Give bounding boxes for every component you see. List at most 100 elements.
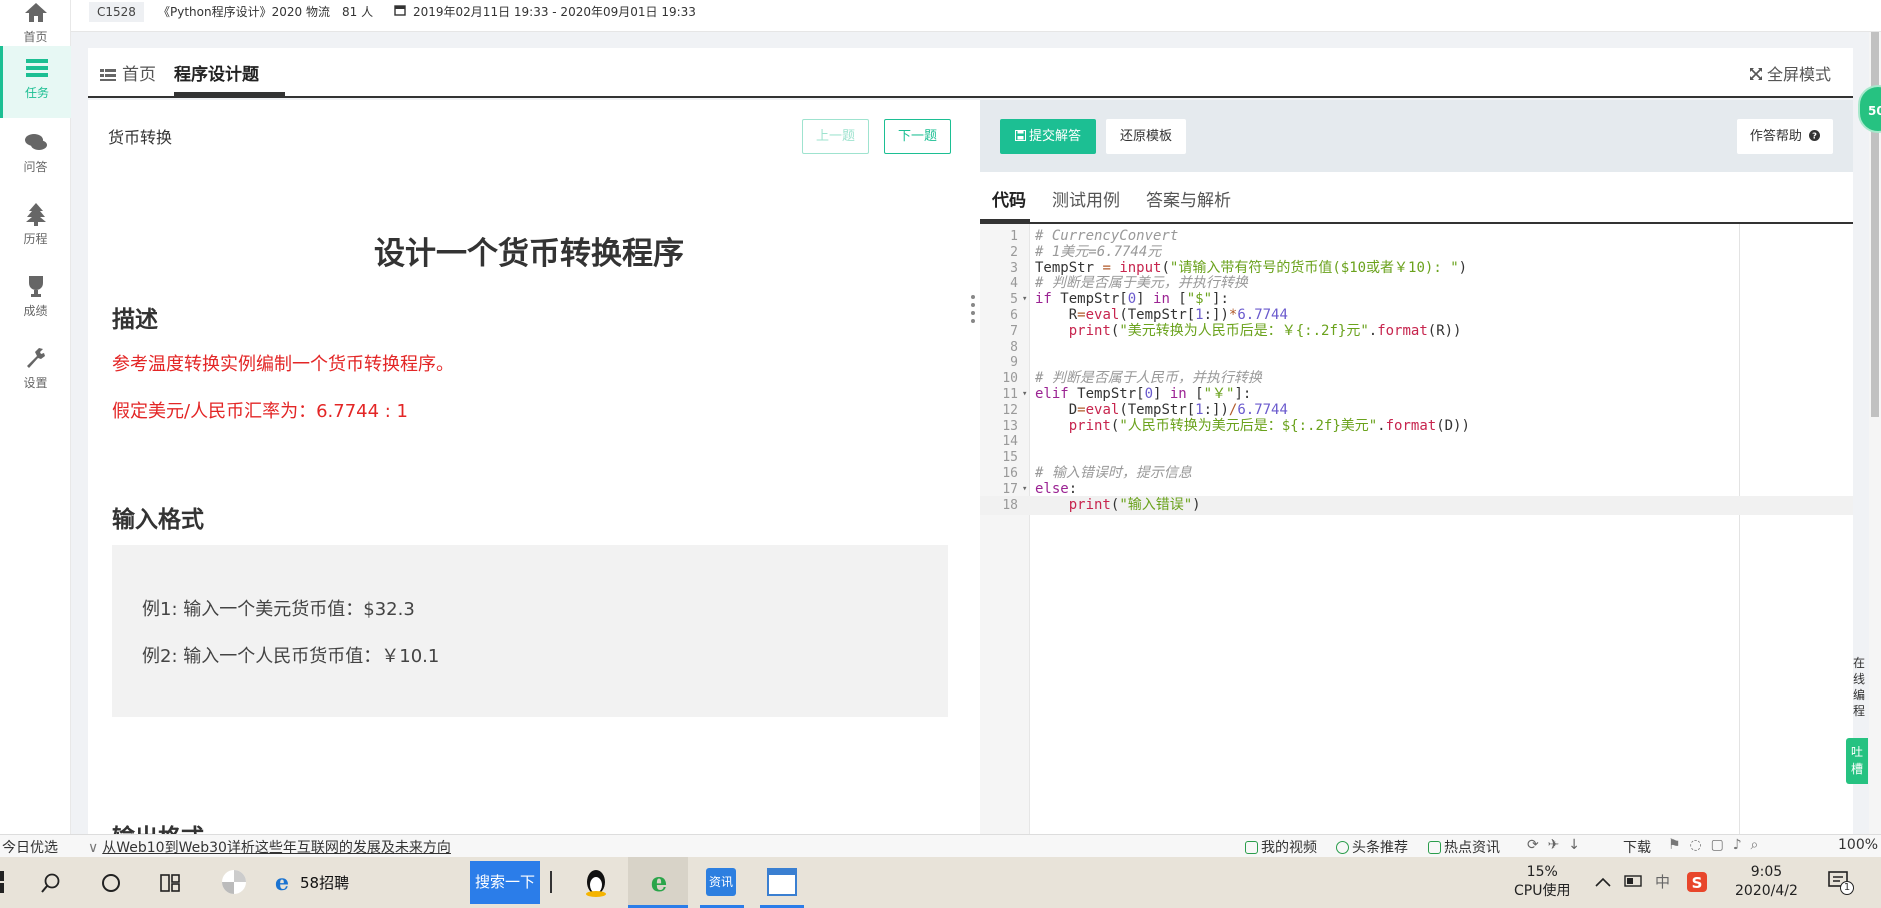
nav-item-tasks[interactable]: 任务 [0, 46, 71, 118]
online-coding-tab[interactable]: 在线编程 [1850, 655, 1868, 719]
taskbar-ie-active[interactable]: e [628, 857, 688, 908]
sogou-icon[interactable]: S [1686, 871, 1708, 893]
code-pane: 提交解答 还原模板 作答帮助 ? 代码 测试用例 答案与解析 1 # Curren… [980, 100, 1853, 834]
problem-heading: 设计一个货币转换程序 [374, 236, 684, 272]
qq-penguin-icon[interactable] [583, 868, 609, 898]
trophy-icon [28, 276, 43, 297]
browser-status-bar: 今日优选 ∨ 从Web10到Web30详析这些年互联网的发展及未来方向 我的视频 … [0, 834, 1881, 857]
code-line[interactable]: 18 print("输入错误") [980, 495, 1853, 515]
nav-label-tasks: 任务 [24, 86, 49, 100]
page-scrollbar[interactable] [1869, 32, 1881, 834]
chevron-down-icon: ∨ [88, 840, 99, 856]
notification-center[interactable]: 1 [1828, 871, 1854, 895]
course-name: 《Python程序设计》2020 物流 [158, 5, 330, 19]
active-tab-indicator [174, 92, 285, 96]
my-video-link[interactable]: 我的视频 [1245, 837, 1317, 857]
input-example-box: 例1: 输入一个美元货币值：$32.3 例2: 输入一个人民币货币值：￥10.1 [112, 545, 948, 717]
cortana-icon[interactable] [100, 872, 122, 894]
app-pinwheel-icon[interactable] [220, 868, 248, 896]
next-problem-button[interactable]: 下一题 [884, 119, 951, 154]
svg-text:e: e [275, 870, 289, 894]
nav-label-history: 历程 [23, 232, 48, 246]
battery-icon[interactable] [1624, 874, 1644, 888]
code-toolbar: 提交解答 还原模板 作答帮助 ? [980, 100, 1853, 172]
cpu-usage-widget[interactable]: 15% CPU使用 [1514, 863, 1570, 901]
taskbar-divider [550, 871, 552, 893]
task-view-icon[interactable] [158, 872, 182, 894]
tool-icons-group: ⚑ ◌ ▢ ♪ ⌕ [1668, 837, 1759, 853]
submit-answer-button[interactable]: 提交解答 [1000, 119, 1096, 154]
screen: 首页 任务 问答 历程 成绩 设置 C1528 《Python程序设计》2020… [0, 0, 1881, 908]
answer-help-button[interactable]: 作答帮助 ? [1737, 119, 1833, 154]
problem-pane: 货币转换 上一题 下一题 设计一个货币转换程序 描述 参考温度转换实例编制一个货… [88, 100, 980, 834]
windows-taskbar: e 58招聘 搜索一下 e 资讯 15% CPU使用 中 S 9:05 2020… [0, 857, 1881, 908]
expand-icon [1749, 68, 1762, 80]
ie-green-icon: e [651, 868, 668, 895]
taskbar-window-app[interactable] [760, 857, 804, 908]
clock-time: 9:05 [1750, 864, 1783, 880]
svg-text:?: ? [1812, 131, 1817, 141]
code-editor[interactable]: 1 # CurrencyConvert 2 # 1美元=6.7744元 3 TempStr… [980, 224, 1853, 834]
svg-text:S: S [1692, 874, 1703, 892]
submit-label: 提交解答 [1028, 129, 1081, 144]
ime-indicator[interactable]: 中 [1655, 871, 1670, 892]
tasks-icon [26, 59, 48, 77]
cpu-percent: 15% [1526, 864, 1558, 880]
notification-count: 1 [1840, 881, 1854, 895]
page-tabs: 首页 程序设计题 全屏模式 [88, 48, 1853, 98]
help-label: 作答帮助 [1749, 129, 1802, 144]
question-circle-icon: ? [1809, 130, 1821, 141]
windows-start-icon[interactable] [0, 871, 6, 893]
course-info-bar: C1528 《Python程序设计》2020 物流 81 人 2019年02月1… [71, 0, 1881, 32]
nav-item-grades[interactable]: 成绩 [0, 264, 71, 336]
play-circle-icon [1336, 841, 1349, 854]
output-format-heading: 输出格式 [112, 818, 204, 834]
tab-answer-analysis[interactable]: 答案与解析 [1146, 186, 1231, 211]
class-code-badge: C1528 [89, 2, 144, 22]
fullscreen-label: 全屏模式 [1766, 65, 1831, 84]
news-app-icon: 资讯 [706, 868, 736, 896]
restore-template-button[interactable]: 还原模板 [1106, 119, 1186, 154]
home-icon [24, 3, 47, 22]
taskbar-news-app[interactable]: 资讯 [700, 857, 744, 908]
news-ticker[interactable]: ∨ 从Web10到Web30详析这些年互联网的发展及未来方向 [88, 837, 451, 857]
search-icon[interactable] [40, 872, 62, 894]
ie-browser-icon[interactable]: e [270, 870, 294, 894]
hot-news-link[interactable]: 热点资讯 [1428, 837, 1500, 857]
nav-item-settings[interactable]: 设置 [0, 336, 71, 408]
taskbar-search-button[interactable]: 搜索一下 [470, 861, 540, 904]
input-format-heading: 输入格式 [112, 507, 204, 533]
system-clock[interactable]: 9:05 2020/4/2 [1735, 863, 1798, 901]
zoom-level[interactable]: 100% [1838, 837, 1878, 853]
tab-programming[interactable]: 程序设计题 [174, 60, 259, 85]
clock-date: 2020/4/2 [1735, 883, 1798, 899]
nav-label-grades: 成绩 [23, 304, 48, 318]
prev-problem-button[interactable]: 上一题 [802, 119, 869, 154]
nav-item-qa[interactable]: 问答 [0, 120, 71, 192]
taskbar-app-58[interactable]: 58招聘 [300, 872, 349, 893]
tab-home[interactable]: 首页 [100, 60, 156, 85]
daily-picks-label[interactable]: 今日优选 [2, 837, 58, 857]
download-link[interactable]: 下载 [1623, 837, 1651, 857]
headline-recommend-link[interactable]: 头条推荐 [1336, 837, 1408, 857]
tab-home-label: 首页 [122, 65, 156, 85]
tab-code[interactable]: 代码 [992, 186, 1026, 211]
code-text: print("输入错误") [1068, 496, 1201, 513]
tab-test-cases[interactable]: 测试用例 [1052, 186, 1120, 211]
nav-label-settings: 设置 [23, 376, 48, 390]
fullscreen-button[interactable]: 全屏模式 [1749, 61, 1831, 85]
problem-title: 货币转换 [108, 128, 173, 147]
news-headline: 从Web10到Web30详析这些年互联网的发展及未来方向 [102, 840, 451, 856]
description-line-1: 参考温度转换实例编制一个货币转换程序。 [112, 354, 454, 375]
description-heading: 描述 [112, 307, 158, 333]
feedback-tab[interactable]: 吐槽 [1846, 738, 1868, 784]
window-app-icon [767, 868, 797, 896]
hot-news-label: 热点资讯 [1444, 840, 1500, 856]
status-icons-group: ⟳ ✈ ↓ [1527, 837, 1580, 853]
nav-item-history[interactable]: 历程 [0, 192, 71, 264]
description-line-2: 假定美元/人民币汇率为：6.7744 : 1 [112, 401, 409, 422]
pane-splitter-handle[interactable] [971, 295, 975, 335]
calendar-icon [394, 5, 406, 16]
example-2: 例2: 输入一个人民币货币值：￥10.1 [142, 646, 440, 667]
chevron-up-icon[interactable] [1595, 877, 1611, 887]
